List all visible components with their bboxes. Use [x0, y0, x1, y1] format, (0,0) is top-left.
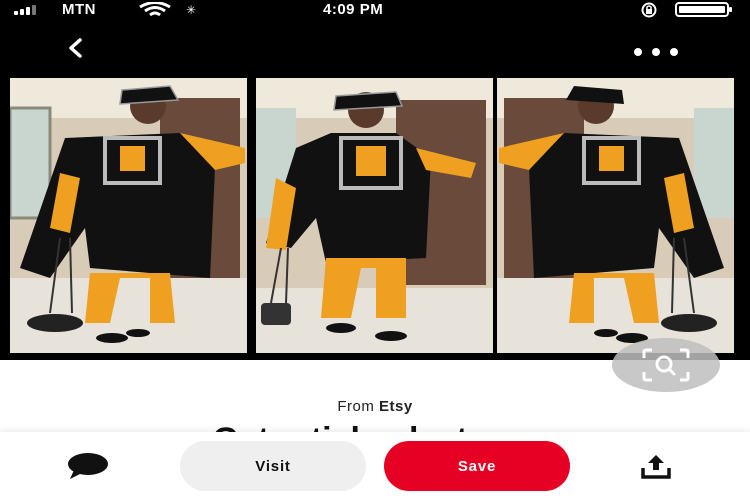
visit-button[interactable]: Visit — [180, 441, 366, 491]
save-button[interactable]: Save — [384, 441, 570, 491]
pin-title-container: Get article pleat pos — [0, 418, 750, 432]
source-brand: Etsy — [378, 398, 413, 415]
back-button[interactable] — [60, 32, 96, 64]
rotation-lock-icon — [641, 2, 657, 18]
visual-search-icon — [642, 348, 690, 382]
more-options-icon — [634, 48, 678, 56]
action-bar: Visit Save — [0, 432, 750, 500]
status-time: 4:09 PM — [323, 1, 384, 18]
pin-title: Get article pleat pos — [0, 420, 750, 432]
visual-search-button[interactable] — [612, 338, 720, 392]
pin-source[interactable]: From Etsy — [0, 398, 750, 415]
comment-button[interactable] — [66, 452, 110, 485]
battery-icon — [675, 2, 732, 17]
share-button[interactable] — [640, 452, 672, 485]
more-options-button[interactable] — [626, 38, 686, 66]
activity-icon: ✳ — [186, 3, 197, 17]
outfit-photo-panel — [10, 78, 247, 353]
wifi-icon — [139, 2, 171, 17]
carrier-name: MTN — [62, 1, 96, 18]
source-prefix: From — [337, 398, 375, 415]
pin-image[interactable] — [0, 75, 750, 360]
signal-bars-icon — [14, 4, 36, 15]
outfit-photo-panel — [497, 78, 734, 353]
share-icon — [641, 455, 671, 479]
back-arrow-icon — [69, 38, 82, 58]
outfit-photo-panel — [256, 78, 493, 353]
nav-bar — [0, 20, 750, 75]
comment-icon — [68, 453, 108, 479]
status-bar: MTN ✳ 4:09 PM — [0, 0, 750, 20]
